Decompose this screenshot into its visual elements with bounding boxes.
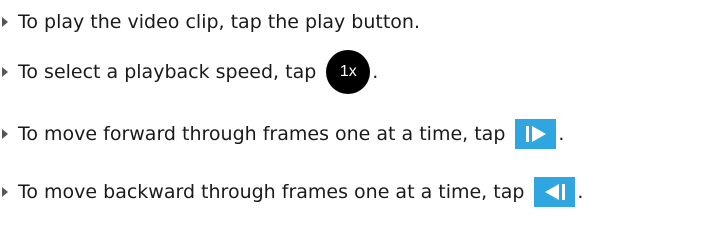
bullet-arrow-icon: [2, 17, 8, 27]
frame-forward-icon: [515, 119, 557, 149]
instruction-item-frame-backward: To move backward through frames one at a…: [0, 170, 583, 214]
instruction-item-frame-forward: To move forward through frames one at a …: [0, 112, 564, 156]
playback-speed-label: 1x: [339, 63, 357, 80]
instruction-text: To play the video clip, tap the play but…: [18, 11, 420, 33]
instruction-text: To move forward through frames one at a …: [18, 123, 506, 145]
bullet-arrow-icon: [2, 67, 8, 77]
instruction-tail: .: [577, 181, 584, 203]
instruction-tail: .: [372, 61, 379, 83]
playback-speed-icon: 1x: [326, 50, 371, 94]
frame-backward-icon: [534, 177, 576, 207]
instruction-item-playback-speed: To select a playback speed, tap 1x .: [0, 50, 378, 94]
instruction-item-play: To play the video clip, tap the play but…: [0, 0, 420, 44]
instruction-text: To select a playback speed, tap: [18, 61, 317, 83]
bullet-arrow-icon: [2, 129, 8, 139]
bullet-arrow-icon: [2, 187, 8, 197]
instruction-tail: .: [558, 123, 565, 145]
instruction-text: To move backward through frames one at a…: [18, 181, 525, 203]
